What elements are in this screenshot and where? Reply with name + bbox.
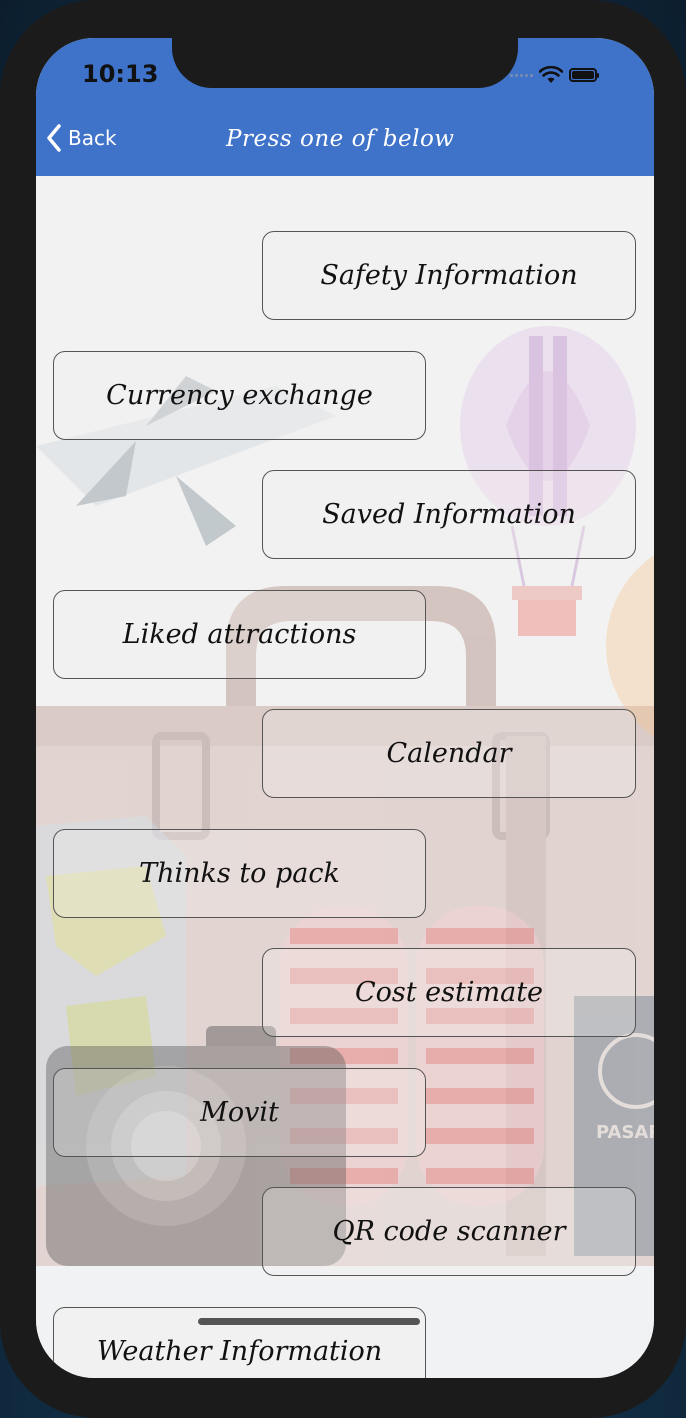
safety-information-button[interactable]: Safety Information xyxy=(262,231,636,320)
qr-code-scanner-button[interactable]: QR code scanner xyxy=(262,1187,636,1276)
wifi-icon xyxy=(539,66,563,83)
chevron-left-icon xyxy=(47,124,61,152)
passport-text: PASAP xyxy=(596,1122,654,1143)
movit-button[interactable]: Movit xyxy=(53,1068,426,1157)
app-screen: 10:13 Back Press one of below PASA Safet… xyxy=(36,38,654,1378)
menu-content: PASAP Safety Information Currency exchan… xyxy=(36,176,654,1378)
device-notch xyxy=(172,38,518,88)
home-indicator[interactable] xyxy=(198,1318,420,1325)
back-label: Back xyxy=(68,126,117,150)
battery-icon xyxy=(569,68,599,82)
saved-information-button[interactable]: Saved Information xyxy=(262,470,636,559)
page-title: Press one of below xyxy=(226,126,455,152)
things-to-pack-button[interactable]: Thinks to pack xyxy=(53,829,426,918)
back-button[interactable]: Back xyxy=(46,124,117,152)
liked-attractions-button[interactable]: Liked attractions xyxy=(53,590,426,679)
cost-estimate-button[interactable]: Cost estimate xyxy=(262,948,636,1037)
status-time: 10:13 xyxy=(82,60,159,88)
phone-frame: 10:13 Back Press one of below PASA Safet… xyxy=(0,0,686,1418)
calendar-button[interactable]: Calendar xyxy=(262,709,636,798)
currency-exchange-button[interactable]: Currency exchange xyxy=(53,351,426,440)
signal-icon xyxy=(510,73,533,77)
status-icons xyxy=(510,66,599,84)
